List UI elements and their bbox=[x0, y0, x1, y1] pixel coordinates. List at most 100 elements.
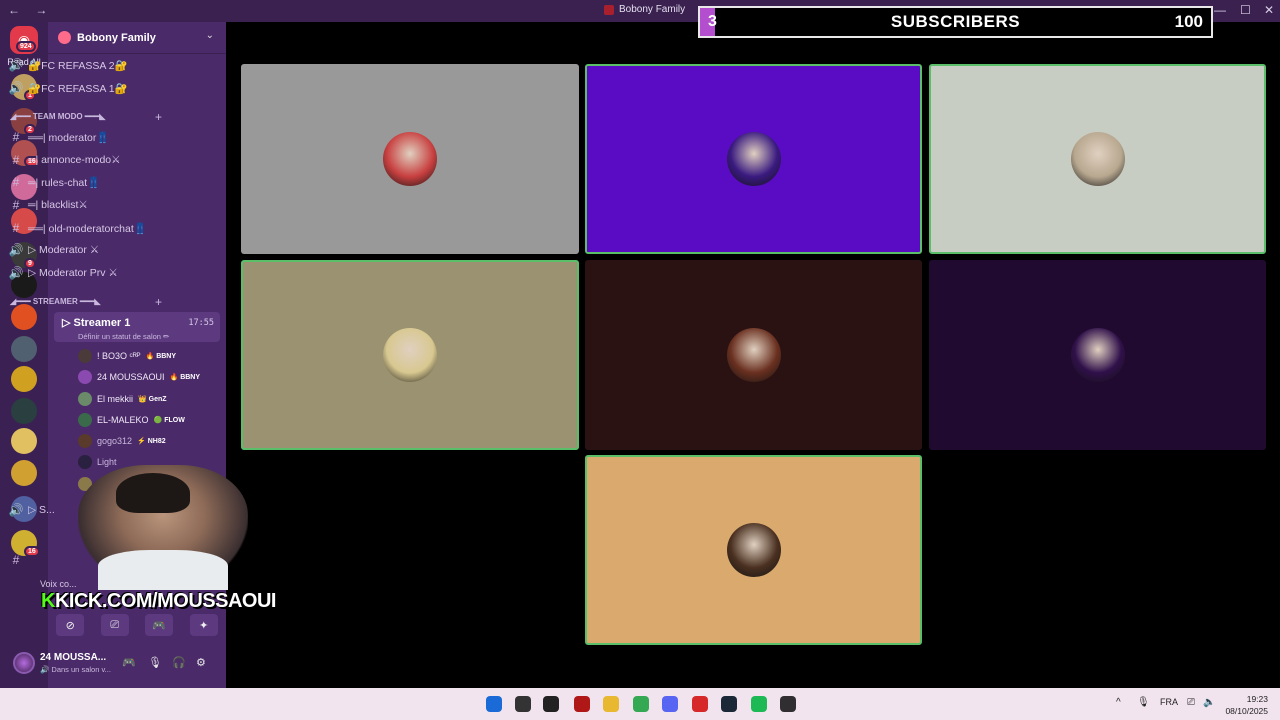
participant-avatar bbox=[383, 328, 437, 382]
spotify-icon[interactable] bbox=[751, 696, 767, 712]
text-channel[interactable]: # ═| blacklist⚔ bbox=[8, 195, 172, 215]
kick-url: KICK.COM/MOUSSAOUI bbox=[54, 590, 277, 612]
server-header[interactable]: Bobony Family ⌄ bbox=[48, 22, 226, 54]
participant-avatar bbox=[726, 328, 781, 382]
nav-arrows[interactable]: ← → bbox=[8, 3, 53, 17]
kick-logo-letter: K bbox=[41, 590, 55, 612]
category-streamer[interactable]: ◢━━━ STREAMER ━━━◣ + bbox=[10, 295, 162, 309]
headphones-icon[interactable]: 🎧 bbox=[172, 656, 186, 669]
text-channel[interactable]: # ═| rules-chat👖 bbox=[8, 172, 172, 192]
discord-icon[interactable] bbox=[662, 696, 678, 712]
webcam-overlay bbox=[78, 465, 248, 590]
tray-network-icon[interactable]: ⎚ bbox=[1187, 697, 1195, 708]
channel-status[interactable]: Définir un statut de salon ✏ bbox=[78, 332, 169, 341]
close-button[interactable]: ✕ bbox=[1264, 3, 1274, 17]
text-channel-label: ═| rules-chat👖 bbox=[28, 176, 101, 189]
server-icon[interactable] bbox=[11, 460, 37, 486]
taskbar-clock[interactable]: 19:23 08/10/2025 bbox=[1225, 693, 1268, 717]
server-icon[interactable] bbox=[11, 336, 37, 362]
voice-member[interactable]: Light bbox=[78, 452, 117, 472]
window-title: Bobony Family bbox=[604, 4, 685, 15]
settings-gear-icon[interactable]: ⚙ bbox=[196, 656, 206, 669]
activities-button[interactable]: 🎮 bbox=[145, 614, 174, 636]
search-icon[interactable] bbox=[515, 696, 531, 712]
participant-video-tile[interactable] bbox=[585, 64, 922, 254]
server-icon[interactable] bbox=[11, 398, 37, 424]
voice-channel-label: ▷ Moderator ⚔ bbox=[28, 244, 100, 256]
hash-icon: # bbox=[12, 153, 20, 167]
participant-video-tile[interactable] bbox=[241, 260, 579, 450]
windows-start-icon[interactable] bbox=[486, 696, 502, 712]
hash-icon: # bbox=[12, 130, 20, 144]
webcam-person-shirt bbox=[98, 550, 228, 590]
voice-channel[interactable]: 🔊 ▷ Moderator ⚔ bbox=[8, 240, 172, 260]
task-view-icon[interactable] bbox=[543, 696, 559, 712]
participant-video-tile[interactable] bbox=[585, 455, 922, 645]
voice-member[interactable]: El mekkii 👑 GenZ bbox=[78, 389, 167, 409]
streamer-mode-button[interactable]: ⊘ bbox=[56, 614, 85, 636]
participant-video-tile[interactable] bbox=[929, 64, 1266, 254]
member-avatar bbox=[78, 349, 92, 363]
voice-channel[interactable]: 🔊 🔐FC REFASSA 2🔐 bbox=[8, 55, 172, 75]
voice-channel[interactable]: 🔊 🔐FC REFASSA 1🔐 bbox=[8, 78, 172, 98]
tray-language[interactable]: FRA bbox=[1160, 697, 1178, 707]
category-team-modo-label: ◢━━━ TEAM MODO ━━━◣ bbox=[10, 112, 106, 121]
subscriber-goal: 100 bbox=[1174, 12, 1203, 31]
user-avatar[interactable] bbox=[13, 652, 35, 674]
file-explorer-icon[interactable] bbox=[603, 696, 619, 712]
voice-channel-label: 🔐FC REFASSA 1🔐 bbox=[28, 82, 128, 95]
member-avatar bbox=[78, 455, 92, 469]
server-icon[interactable] bbox=[11, 366, 37, 392]
subscriber-label: SUBSCRIBERS bbox=[890, 12, 1021, 31]
voice-member[interactable]: ! BO3O ᶜᴿᴾ 🔥 BBNY bbox=[78, 346, 176, 366]
text-channel-label: ══| moderator👖 bbox=[28, 131, 110, 144]
participant-video-tile[interactable] bbox=[929, 260, 1266, 450]
text-channel[interactable]: # ══| old-moderatorchat👖 bbox=[8, 218, 172, 238]
speaker-icon: 🔊 bbox=[8, 58, 24, 72]
voice-channel-label: 🔐FC REFASSA 2🔐 bbox=[28, 59, 128, 72]
participant-avatar bbox=[726, 132, 781, 186]
tray-microphone-icon[interactable]: 🎙 bbox=[1137, 697, 1150, 708]
member-name: EL-MALEKO bbox=[97, 415, 149, 425]
member-name: El mekkii bbox=[97, 394, 134, 404]
app-b-icon[interactable] bbox=[692, 696, 708, 712]
app-red-icon[interactable] bbox=[574, 696, 590, 712]
obs-icon[interactable] bbox=[780, 696, 796, 712]
add-channel-icon[interactable]: + bbox=[155, 110, 162, 124]
tray-overflow-icon[interactable]: ^ bbox=[1116, 697, 1121, 708]
chrome-icon[interactable] bbox=[633, 696, 649, 712]
voice-member[interactable]: 24 MOUSSAOUI 🔥 BBNY bbox=[78, 367, 200, 387]
voice-channel-label: ▷ Moderator Prv ⚔ bbox=[28, 267, 118, 279]
tray-volume-icon[interactable]: 🔈 bbox=[1203, 697, 1215, 708]
microphone-icon[interactable]: 🎙 bbox=[148, 656, 162, 669]
hash-icon: # bbox=[12, 221, 20, 235]
voice-channel[interactable]: 🔊 ▷ Moderator Prv ⚔ bbox=[8, 263, 172, 283]
maximize-button[interactable]: ☐ bbox=[1240, 3, 1251, 17]
server-icon[interactable] bbox=[11, 304, 37, 330]
screen-share-button[interactable]: ⎚ bbox=[100, 614, 129, 636]
voice-channel-streamer-1[interactable]: ▷ Streamer 1 17:55 Définir un statut de … bbox=[54, 312, 220, 342]
text-channel-label: ═| annonce-modo⚔ bbox=[28, 154, 121, 166]
server-name: Bobony Family bbox=[77, 31, 156, 44]
participant-avatar bbox=[1070, 132, 1125, 186]
windows-taskbar: ^ 🎙 FRA ⎚ 🔈 19:23 08/10/2025 bbox=[0, 688, 1280, 720]
text-channel[interactable]: # ══| moderator👖 bbox=[8, 127, 172, 147]
category-team-modo[interactable]: ◢━━━ TEAM MODO ━━━◣ + bbox=[10, 110, 162, 124]
voice-member[interactable]: gogo312 ⚡ NH82 bbox=[78, 431, 166, 451]
game-activity-icon[interactable]: 🎮 bbox=[122, 656, 136, 669]
chevron-down-icon[interactable]: ⌄ bbox=[206, 30, 214, 41]
server-icon[interactable] bbox=[11, 428, 37, 454]
text-channel-label: ═| blacklist⚔ bbox=[28, 199, 88, 211]
member-name: 24 MOUSSAOUI bbox=[97, 372, 165, 382]
steam-icon[interactable] bbox=[721, 696, 737, 712]
text-channel[interactable]: # ═| annonce-modo⚔ bbox=[8, 150, 172, 170]
speaker-icon: 🔊 bbox=[8, 243, 24, 257]
home-unread-badge: 924 bbox=[16, 41, 36, 52]
minimize-button[interactable]: — bbox=[1214, 3, 1226, 17]
soundboard-button[interactable]: ✦ bbox=[189, 614, 218, 636]
participant-video-tile[interactable] bbox=[585, 260, 922, 450]
voice-member[interactable]: EL-MALEKO 🟢 FLOW bbox=[78, 410, 185, 430]
add-channel-icon[interactable]: + bbox=[155, 295, 162, 309]
kick-overlay: KKICK.COM/MOUSSAOUI bbox=[41, 590, 276, 613]
participant-video-tile[interactable] bbox=[241, 64, 579, 254]
